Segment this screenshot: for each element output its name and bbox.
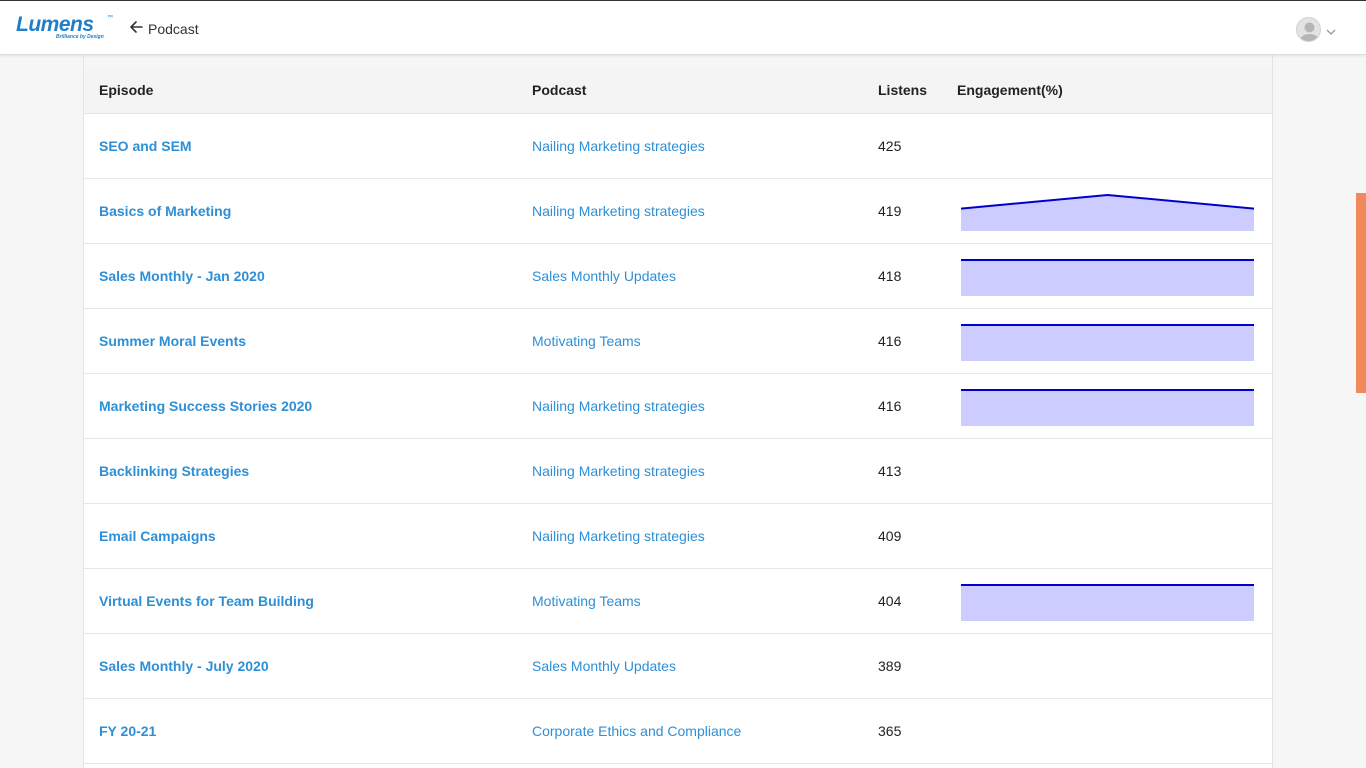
engagement-area [961, 195, 1254, 231]
scrollbar-thumb[interactable] [1356, 193, 1366, 393]
listens-count: 409 [878, 528, 902, 544]
column-header-podcast[interactable]: Podcast [532, 66, 586, 114]
table-row: Summer Moral Events Motivating Teams 416 [84, 309, 1272, 374]
column-header-episode[interactable]: Episode [99, 66, 153, 114]
logo-tagline: Brilliance by Design [56, 34, 104, 40]
episode-link[interactable]: Marketing Success Stories 2020 [99, 374, 312, 438]
podcast-link[interactable]: Nailing Marketing strategies [532, 374, 705, 438]
table-header: Episode Podcast Listens Engagement(%) [84, 66, 1272, 114]
episode-link[interactable]: SEO and SEM [99, 114, 192, 178]
engagement-area [961, 260, 1254, 296]
podcast-link[interactable]: Nailing Marketing strategies [532, 114, 705, 178]
episode-link[interactable]: Sales Monthly - Jan 2020 [99, 244, 265, 308]
listens-count: 416 [878, 398, 902, 414]
user-avatar-icon[interactable] [1296, 17, 1321, 42]
podcast-link[interactable]: Nailing Marketing strategies [532, 504, 705, 568]
episode-link[interactable]: Sales Monthly - July 2020 [99, 634, 269, 698]
listens-count: 418 [878, 268, 902, 284]
podcast-link[interactable]: Motivating Teams [532, 569, 641, 633]
episode-link[interactable]: Email Campaigns [99, 504, 216, 568]
engagement-area [961, 585, 1254, 621]
listens-count: 389 [878, 658, 902, 674]
podcast-link[interactable]: Corporate Ethics and Compliance [532, 699, 741, 763]
episode-link[interactable]: Summer Moral Events [99, 309, 246, 373]
arrow-left-icon [129, 20, 143, 39]
engagement-area [961, 325, 1254, 361]
table-row: FY 20-21 Corporate Ethics and Compliance 3… [84, 699, 1272, 764]
column-header-engagement[interactable]: Engagement(%) [957, 66, 1063, 114]
engagement-area [961, 390, 1254, 426]
engagement-sparkline [961, 193, 1254, 231]
engagement-sparkline [961, 389, 1254, 426]
engagement-sparkline [961, 324, 1254, 361]
listens-count: 404 [878, 593, 902, 609]
podcast-link[interactable]: Nailing Marketing strategies [532, 439, 705, 503]
table-row: Basics of Marketing Nailing Marketing str… [84, 179, 1272, 244]
table-top-gap [84, 55, 1272, 66]
top-bar: Lumens ™ Brilliance by Design Podcast [0, 0, 1366, 55]
table-row: Backlinking Strategies Nailing Marketing … [84, 439, 1272, 504]
listens-count: 413 [878, 463, 902, 479]
table-row: Sales Monthly - Jan 2020 Sales Monthly Up… [84, 244, 1272, 309]
table-row: SEO and SEM Nailing Marketing strategies 4… [84, 114, 1272, 179]
back-to-podcast-link[interactable]: Podcast [129, 20, 199, 38]
listens-count: 365 [878, 723, 902, 739]
logo-trademark: ™ [107, 15, 113, 21]
engagement-sparkline [961, 584, 1254, 621]
episodes-table: Episode Podcast Listens Engagement(%) SE… [83, 55, 1273, 768]
engagement-sparkline [961, 259, 1254, 296]
table-row: Sales Monthly - July 2020 Sales Monthly U… [84, 634, 1272, 699]
podcast-link[interactable]: Nailing Marketing strategies [532, 179, 705, 243]
episode-link[interactable]: Basics of Marketing [99, 179, 231, 243]
listens-count: 425 [878, 138, 902, 154]
column-header-listens[interactable]: Listens [878, 66, 927, 114]
podcast-link[interactable]: Sales Monthly Updates [532, 244, 676, 308]
table-row: Virtual Events for Team Building Motivati… [84, 569, 1272, 634]
episode-link[interactable]: Virtual Events for Team Building [99, 569, 314, 633]
episode-link[interactable]: FY 20-21 [99, 699, 156, 763]
table-row: Marketing Success Stories 2020 Nailing Ma… [84, 374, 1272, 439]
table-row: Email Campaigns Nailing Marketing strateg… [84, 504, 1272, 569]
listens-count: 416 [878, 333, 902, 349]
listens-count: 419 [878, 203, 902, 219]
table-body: SEO and SEM Nailing Marketing strategies 4… [84, 114, 1272, 764]
back-label: Podcast [148, 21, 199, 37]
lumens-logo[interactable]: Lumens ™ Brilliance by Design [16, 13, 116, 43]
chevron-down-icon[interactable] [1326, 23, 1336, 35]
podcast-link[interactable]: Sales Monthly Updates [532, 634, 676, 698]
episode-link[interactable]: Backlinking Strategies [99, 439, 249, 503]
podcast-link[interactable]: Motivating Teams [532, 309, 641, 373]
